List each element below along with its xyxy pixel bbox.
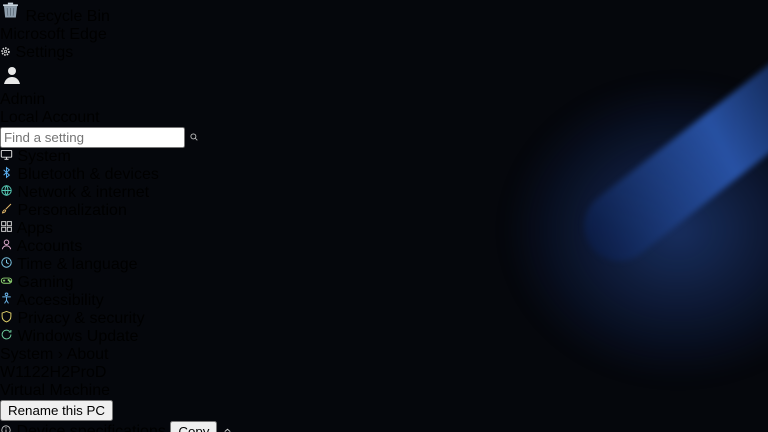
clock-icon: [0, 256, 17, 273]
sidebar-item-label: Accounts: [17, 238, 83, 255]
sidebar-item-label: Network & internet: [17, 184, 149, 201]
search-input[interactable]: [0, 127, 185, 148]
bluetooth-icon: [0, 166, 17, 183]
person-icon: [0, 238, 17, 255]
recycle-bin-icon: [0, 8, 25, 25]
shield-icon: [0, 310, 17, 327]
accessibility-person-icon: [0, 292, 17, 309]
rename-pc-button[interactable]: Rename this PC: [0, 400, 113, 421]
sidebar-item-label: Time & language: [17, 256, 137, 273]
sidebar-item-label: Apps: [17, 220, 53, 237]
sidebar-item-label: Privacy & security: [17, 310, 144, 327]
desktop-icon-label: Recycle Bin: [25, 8, 109, 25]
desktop-icon-recycle-bin[interactable]: Recycle Bin: [0, 0, 768, 26]
settings-gear-icon: [0, 44, 15, 61]
globe-icon: [0, 184, 17, 201]
info-icon: [0, 423, 16, 432]
update-arrows-icon: [0, 328, 17, 345]
sidebar-item-label: Accessibility: [17, 292, 104, 309]
copy-button[interactable]: Copy: [170, 421, 217, 432]
window-title: Settings: [15, 44, 73, 61]
sidebar-item-label: Windows Update: [17, 328, 138, 345]
apps-grid-icon: [0, 220, 17, 237]
breadcrumb-system[interactable]: System: [0, 346, 53, 363]
sidebar-item-label: Gaming: [17, 274, 73, 291]
system-icon: [0, 148, 17, 165]
sidebar-item-label: Personalization: [17, 202, 126, 219]
paintbrush-icon: [0, 202, 17, 219]
specs-card-title: Device specifications: [16, 423, 165, 432]
chevron-up-icon[interactable]: [222, 423, 233, 432]
breadcrumb-chevron-icon: ›: [58, 346, 63, 363]
sidebar-item-label: Bluetooth & devices: [17, 166, 158, 183]
desktop-icon-label: Microsoft Edge: [0, 26, 107, 43]
page-title: About: [67, 346, 109, 363]
search-icon: [189, 129, 199, 146]
avatar: [0, 73, 24, 90]
sidebar-item-label: System: [17, 148, 70, 165]
desktop: Recycle Bin Microsoft Edge Settings: [0, 0, 768, 432]
gamepad-icon: [0, 274, 17, 291]
